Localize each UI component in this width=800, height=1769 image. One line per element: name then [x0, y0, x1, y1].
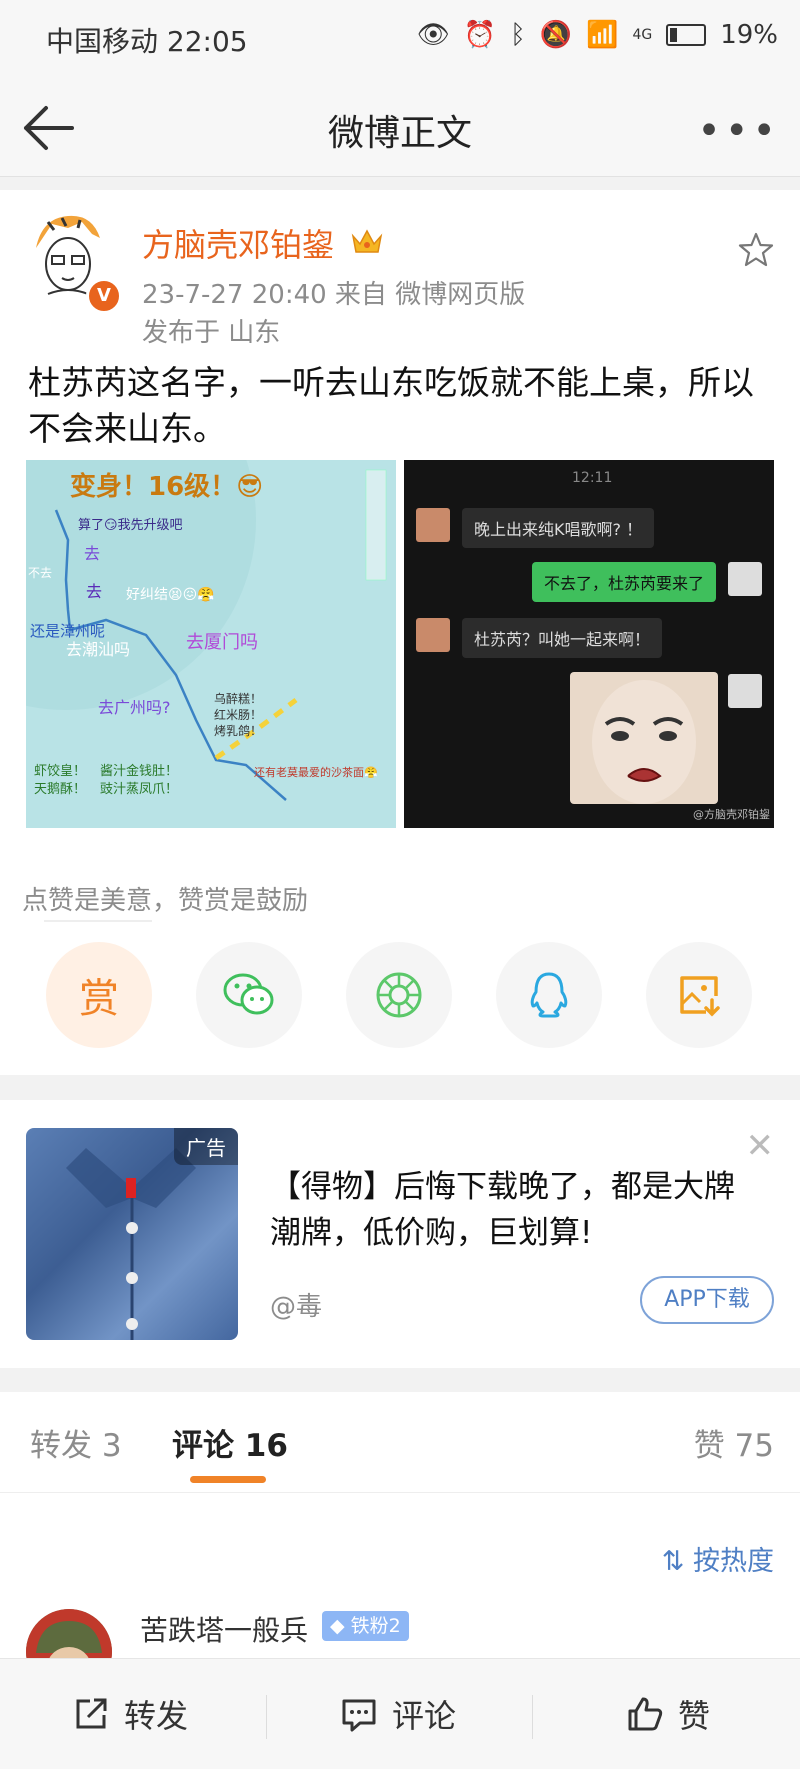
comment-icon	[342, 1699, 376, 1732]
repost-label: 转发	[124, 1697, 189, 1735]
chat-avatar	[416, 508, 450, 542]
chat-sticker	[570, 672, 718, 804]
map-label: 去厦门吗	[186, 632, 258, 653]
author-name[interactable]: 方脑壳邓铂鋆	[142, 220, 334, 266]
ad-tag: 广告	[174, 1128, 238, 1165]
map-label: 烤乳鸽！	[214, 724, 263, 738]
comment-author[interactable]: 苦跌塔一般兵	[140, 1609, 308, 1649]
mute-icon: 🔕	[539, 20, 573, 50]
page-title: 微博正文	[327, 113, 472, 154]
map-label: 天鹅酥！	[34, 782, 87, 797]
map-label: 虾饺皇！	[34, 764, 87, 779]
map-label: 豉汁蒸凤爪！	[100, 782, 179, 797]
status-icons: 👁 ⏰ ᛒ 🔕 📶 4G 19%	[417, 20, 778, 50]
sort-button[interactable]: ⇅ 按热度	[662, 1539, 774, 1578]
status-bar: 中国移动 22:05 👁 ⏰ ᛒ 🔕 📶 4G 19%	[0, 0, 800, 80]
fan-badge: ◆ 铁粉2	[322, 1611, 409, 1641]
map-label: 不去	[28, 566, 53, 580]
repost-icon	[76, 1698, 107, 1729]
post-text: 杜苏芮这名字，一听去山东吃饭就不能上桌，所以不会来山东。	[28, 363, 754, 448]
comments-section: ⇅ 按热度 苦跌塔一般兵 ◆ 铁粉2	[0, 1493, 800, 1695]
moments-icon	[376, 972, 422, 1018]
network-type: 4G	[632, 27, 653, 43]
chat-watermark: @方脑壳邓铂鋆	[693, 808, 770, 821]
ad-text[interactable]: 【得物】后悔下载晚了，都是大牌潮牌，低价购，巨划算!	[270, 1164, 760, 1256]
carrier-time: 中国移动 22:05	[46, 25, 248, 58]
divider	[266, 1695, 267, 1739]
tab-comments[interactable]: 评论 16	[172, 1420, 288, 1465]
thumbs-up-icon	[628, 1697, 663, 1731]
map-label: 算了😏我先升级吧	[78, 518, 183, 533]
like-label: 赞	[678, 1697, 711, 1735]
map-label: 还有老莫最爱的沙茶面😤	[254, 766, 378, 779]
tab-repost[interactable]: 转发 3	[30, 1420, 122, 1465]
map-label: 去广州吗?	[98, 698, 171, 717]
share-qq-button[interactable]	[496, 942, 602, 1048]
chat-avatar	[728, 562, 762, 596]
reward-button[interactable]: 赏	[46, 942, 152, 1048]
share-wechat-button[interactable]	[196, 942, 302, 1048]
chat-avatar	[416, 618, 450, 652]
divider	[44, 920, 152, 922]
wechat-icon	[223, 973, 274, 1015]
chat-avatar	[728, 674, 762, 708]
crown-badge-icon	[351, 229, 383, 253]
ad-card[interactable]: 广告 【得物】后悔下载晚了，都是大牌潮牌，低价购，巨划算! @毒 APP下载 ✕	[0, 1100, 800, 1368]
repost-button[interactable]: 转发	[72, 1691, 188, 1737]
sort-icon: ⇅	[661, 1546, 685, 1577]
eye-icon: 👁	[416, 20, 450, 50]
chat-time: 12:11	[572, 470, 613, 486]
bluetooth-icon: ᛒ	[510, 20, 526, 50]
reward-label: 赏	[79, 976, 119, 1022]
map-label: 去潮汕吗	[66, 640, 131, 659]
nav-bar: 微博正文 •••	[0, 80, 800, 177]
chat-message: 杜苏芮？叫她一起来啊！	[462, 618, 663, 658]
sort-label: 按热度	[693, 1546, 774, 1577]
app-download-button[interactable]: APP下载	[640, 1276, 774, 1324]
ad-image[interactable]: 广告	[26, 1128, 238, 1340]
post-image-typhoon-map[interactable]: 变身！16级！😎 算了😏我先升级吧 去 不去 去 好纠结😫😖😤 还是漳州呢 去潮…	[26, 460, 396, 828]
battery-icon	[666, 24, 707, 46]
battery-level: 19%	[720, 20, 778, 50]
map-label: 去	[86, 582, 103, 601]
map-label: 红米肠！	[214, 708, 263, 722]
post-location: 发布于 山东	[142, 318, 281, 348]
close-icon[interactable]: ✕	[746, 1126, 775, 1166]
post-time-source: 23-7-27 20:40 来自 微博网页版	[142, 280, 526, 310]
ad-source: @毒	[270, 1292, 323, 1322]
post-image-chat[interactable]: 12:11 晚上出来纯K唱歌啊? ！ 不去了，杜苏芮要来了 杜苏芮？叫她一起来啊…	[404, 460, 774, 828]
fan-badge-label: 铁粉2	[350, 1615, 401, 1637]
map-label: 酱汁金钱肚！	[100, 764, 179, 779]
map-headline: 变身！16级！😎	[70, 472, 264, 502]
map-label: 乌醉糕！	[214, 692, 263, 706]
reward-tip: 点赞是美意，赞赏是鼓励	[22, 886, 309, 916]
alarm-icon: ⏰	[463, 20, 497, 50]
share-moments-button[interactable]	[346, 942, 452, 1048]
divider	[532, 1695, 533, 1739]
post-card: V 方脑壳邓铂鋆 23-7-27 20:40 来自 微博网页版 发布于 山东 杜…	[0, 190, 800, 1075]
like-button[interactable]: 赞	[626, 1691, 710, 1737]
chat-message: 晚上出来纯K唱歌啊? ！	[462, 508, 655, 548]
map-label: 好纠结😫😖😤	[126, 587, 215, 603]
comment-label: 评论	[392, 1697, 457, 1735]
wifi-icon: 📶	[586, 20, 619, 50]
verified-badge-icon: V	[86, 278, 122, 314]
favorite-star-icon[interactable]	[736, 230, 776, 270]
qq-icon	[530, 972, 568, 1018]
save-image-icon	[680, 976, 720, 1017]
map-label: 去	[84, 544, 101, 563]
bottom-action-bar: 转发 评论 赞	[0, 1658, 800, 1769]
active-tab-indicator	[190, 1476, 266, 1483]
comment-button[interactable]: 评论	[340, 1691, 456, 1737]
interaction-tabs: 转发 3 评论 16 赞 75	[0, 1392, 800, 1493]
more-icon[interactable]: •••	[697, 108, 780, 154]
chat-message: 不去了，杜苏芮要来了	[531, 562, 716, 602]
tab-likes[interactable]: 赞 75	[694, 1420, 774, 1465]
save-image-button[interactable]	[646, 942, 752, 1048]
